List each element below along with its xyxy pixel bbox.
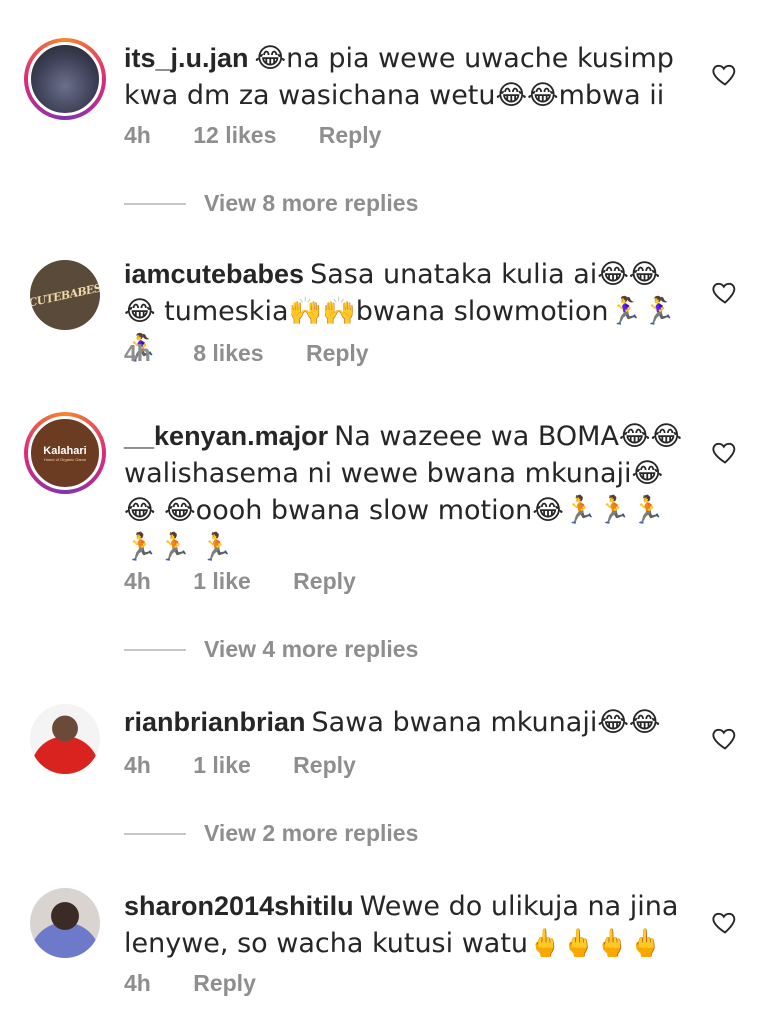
comment-username[interactable]: __kenyan.major bbox=[124, 421, 328, 451]
comment-likes[interactable]: 1 like bbox=[193, 752, 251, 779]
comment-meta: 4h 1 like Reply bbox=[124, 568, 392, 595]
comment-text: sharon2014shitilu Wewe do ulikuja na jina… bbox=[124, 888, 684, 962]
comment-text: __kenyan.major Na wazeee wa BOMA😂😂 walish… bbox=[124, 418, 684, 566]
comment-username[interactable]: sharon2014shitilu bbox=[124, 891, 354, 921]
comment-username[interactable]: iamcutebabes bbox=[124, 259, 304, 289]
avatar[interactable]: CUTEBABES bbox=[24, 254, 106, 336]
view-more-replies[interactable]: View 8 more replies bbox=[124, 190, 418, 217]
avatar-logo-text: CUTEBABES bbox=[30, 280, 100, 310]
heart-outline-icon[interactable] bbox=[711, 278, 739, 306]
comment-meta: 4h 1 like Reply bbox=[124, 752, 392, 779]
reply-button[interactable]: Reply bbox=[306, 340, 369, 367]
avatar[interactable] bbox=[24, 38, 106, 120]
comment-likes[interactable]: 8 likes bbox=[193, 340, 263, 367]
view-more-replies[interactable]: View 4 more replies bbox=[124, 636, 418, 663]
comment-body: Sawa bwana mkunaji😂😂 bbox=[311, 707, 661, 738]
reply-button[interactable]: Reply bbox=[293, 752, 356, 779]
comment-likes[interactable]: 12 likes bbox=[193, 122, 276, 149]
reply-button[interactable]: Reply bbox=[193, 970, 256, 997]
divider bbox=[124, 202, 186, 205]
divider bbox=[124, 648, 186, 651]
heart-outline-icon[interactable] bbox=[711, 724, 739, 752]
comment-text: rianbrianbrian Sawa bwana mkunaji😂😂 bbox=[124, 704, 684, 741]
comment-text: its_j.u.jan 😂na pia wewe uwache kusimp kw… bbox=[124, 40, 684, 114]
comment-meta: 4h Reply bbox=[124, 970, 292, 997]
heart-outline-icon[interactable] bbox=[711, 60, 739, 88]
view-more-replies[interactable]: View 2 more replies bbox=[124, 820, 418, 847]
comment-username[interactable]: rianbrianbrian bbox=[124, 707, 306, 737]
comment-likes[interactable]: 1 like bbox=[193, 568, 251, 595]
avatar-logo-text: Kalahari bbox=[43, 444, 87, 457]
avatar[interactable] bbox=[24, 882, 106, 964]
comment-meta: 4h 12 likes Reply bbox=[124, 122, 417, 149]
comment-time: 4h bbox=[124, 752, 151, 778]
comment-username[interactable]: its_j.u.jan bbox=[124, 43, 249, 73]
view-more-label[interactable]: View 4 more replies bbox=[204, 636, 418, 663]
heart-outline-icon[interactable] bbox=[711, 908, 739, 936]
reply-button[interactable]: Reply bbox=[293, 568, 356, 595]
avatar[interactable] bbox=[24, 698, 106, 780]
comment-meta: 4h 8 likes Reply bbox=[124, 340, 405, 367]
view-more-label[interactable]: View 8 more replies bbox=[204, 190, 418, 217]
divider bbox=[124, 832, 186, 835]
comment-time: 4h bbox=[124, 970, 151, 996]
view-more-label[interactable]: View 2 more replies bbox=[204, 820, 418, 847]
reply-button[interactable]: Reply bbox=[319, 122, 382, 149]
avatar[interactable]: Kalahari Home of Organic Game bbox=[24, 412, 106, 494]
heart-outline-icon[interactable] bbox=[711, 438, 739, 466]
comment-time: 4h bbox=[124, 568, 151, 594]
avatar-logo-subtext: Home of Organic Game bbox=[43, 456, 87, 462]
comment-time: 4h bbox=[124, 340, 151, 366]
comment-time: 4h bbox=[124, 122, 151, 148]
